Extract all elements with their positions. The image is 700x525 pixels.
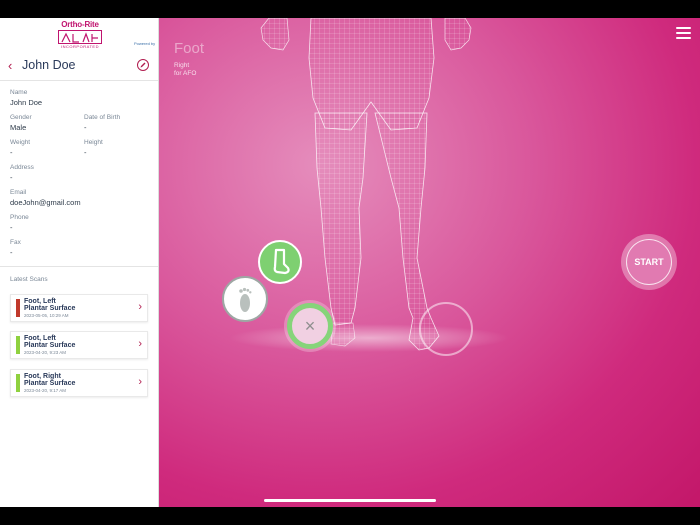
status-bar (0, 0, 700, 18)
field-phone-value: - (10, 223, 13, 232)
view-title: Foot (174, 40, 205, 57)
field-height-value: - (84, 148, 87, 157)
chevron-right-icon: › (138, 301, 142, 313)
scan-status-bar (16, 299, 20, 317)
start-button-label: START (626, 239, 672, 285)
latest-scans-heading: Latest Scans (10, 276, 48, 283)
field-name-label: Name (10, 89, 28, 96)
field-address-value: - (10, 173, 13, 182)
close-icon: × (287, 303, 333, 349)
close-scan-button[interactable]: × (284, 300, 336, 352)
scan-item[interactable]: Foot, Left Plantar Surface 2023-04-20, 9… (10, 331, 148, 359)
field-address-label: Address (10, 164, 34, 171)
field-weight: Weight - (10, 139, 30, 157)
field-weight-value: - (10, 148, 13, 157)
field-fax-value: - (10, 248, 13, 257)
field-dob: Date of Birth - (84, 114, 120, 132)
field-name: Name John Doe (10, 89, 42, 107)
field-dob-label: Date of Birth (84, 114, 121, 121)
brand-logo: Ortho-Rite INCORPORATED (58, 20, 102, 49)
scan-surface: Plantar Surface (24, 305, 76, 312)
scan-date: 2023-05-05, 10:29 AM (24, 313, 69, 318)
app-screen: Ortho-Rite INCORPORATED Powered by ‹ Joh… (0, 18, 700, 507)
section-divider (0, 266, 158, 267)
scan-status-bar (16, 336, 20, 354)
field-fax: Fax - (10, 239, 21, 257)
back-icon[interactable]: ‹ (8, 58, 12, 73)
body-wireframe (229, 18, 509, 352)
sock-icon (273, 248, 290, 275)
field-phone: Phone - (10, 214, 29, 232)
logo-figure (58, 30, 102, 44)
scan-item[interactable]: Foot, Right Plantar Surface 2023-04-20, … (10, 369, 148, 397)
field-gender-label: Gender (10, 114, 32, 121)
field-address: Address - (10, 164, 34, 182)
brand-name: Ortho-Rite (61, 20, 99, 29)
scan-view: Foot Right for AFO × START (159, 18, 700, 507)
view-subtitle: Right for AFO (174, 62, 196, 78)
field-fax-label: Fax (10, 239, 21, 246)
patient-name-title: John Doe (22, 58, 76, 72)
scan-title: Foot, Right (24, 373, 61, 380)
menu-icon[interactable] (676, 27, 691, 41)
field-gender-value: Male (10, 123, 27, 132)
scan-surface: Plantar Surface (24, 380, 76, 387)
scan-status-bar (16, 374, 20, 392)
scan-item[interactable]: Foot, Left Plantar Surface 2023-05-05, 1… (10, 294, 148, 322)
right-foot-target[interactable] (419, 302, 473, 356)
scan-title: Foot, Left (24, 335, 56, 342)
scan-date: 2023-04-20, 9:23 AM (24, 350, 67, 355)
field-gender: Gender Male (10, 114, 32, 132)
side-label: Right (174, 62, 190, 69)
field-height-label: Height (84, 139, 103, 146)
field-height: Height - (84, 139, 103, 157)
edit-icon[interactable] (137, 59, 149, 71)
field-email-label: Email (10, 189, 27, 196)
footprint-icon (239, 287, 252, 312)
scan-date: 2023-04-20, 9:17 AM (24, 388, 67, 393)
purpose-label: for AFO (174, 70, 197, 77)
patient-sidebar: Ortho-Rite INCORPORATED Powered by ‹ Joh… (0, 18, 159, 507)
patient-header: ‹ John Doe (0, 54, 158, 81)
chevron-right-icon: › (138, 376, 142, 388)
bottom-bar (0, 507, 700, 525)
field-phone-label: Phone (10, 214, 29, 221)
scan-surface: Plantar Surface (24, 342, 76, 349)
field-email: Email doeJohn@gmail.com (10, 189, 81, 207)
partner-logo: Powered by (134, 41, 156, 46)
start-button[interactable]: START (621, 234, 677, 290)
field-weight-label: Weight (10, 139, 31, 146)
field-dob-value: - (84, 123, 87, 132)
field-email-value: doeJohn@gmail.com (10, 198, 81, 207)
footprint-button[interactable] (222, 276, 268, 322)
chevron-right-icon: › (138, 338, 142, 350)
field-name-value: John Doe (10, 98, 43, 107)
scan-title: Foot, Left (24, 298, 56, 305)
home-indicator (264, 499, 436, 502)
